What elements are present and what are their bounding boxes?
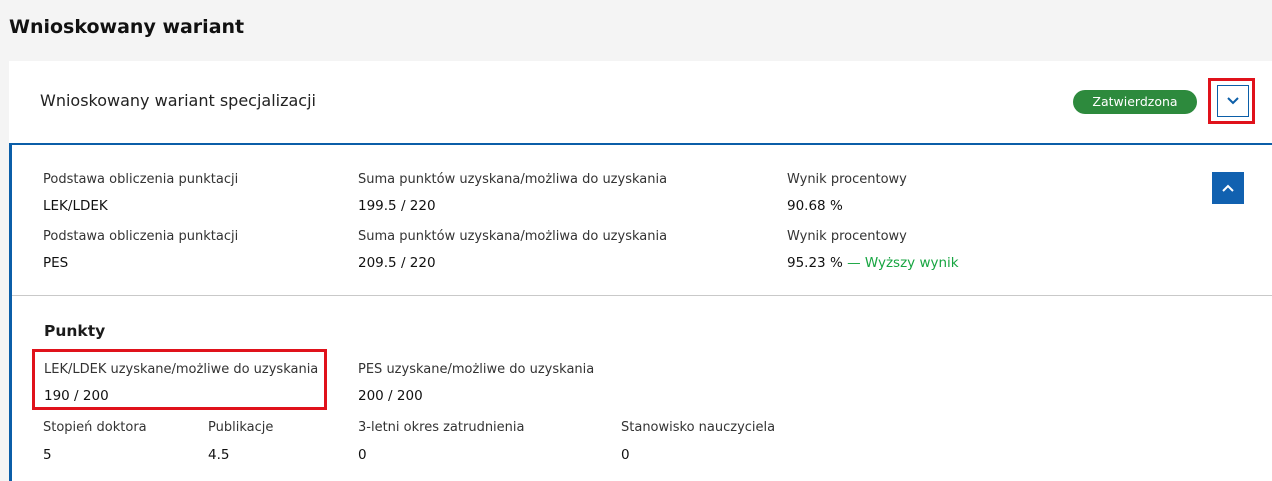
- doctor-degree-value: 5: [43, 447, 52, 463]
- higher-score-note: — Wyższy wynik: [847, 255, 959, 271]
- chevron-up-icon: [1222, 184, 1234, 192]
- percent-value-row: 95.23 % — Wyższy wynik: [787, 255, 959, 271]
- divider: [12, 295, 1272, 296]
- pes-points-value: 200 / 200: [358, 388, 423, 404]
- doctor-degree-label: Stopień doktora: [43, 420, 147, 435]
- sum-value: 199.5 / 220: [358, 198, 436, 214]
- teacher-position-label: Stanowisko nauczyciela: [621, 420, 776, 435]
- section-title: Wnioskowany wariant: [9, 16, 245, 38]
- basis-label: Podstawa obliczenia punktacji: [43, 229, 239, 244]
- highlight-box-toggle: [1208, 78, 1255, 124]
- percent-label: Wynik procentowy: [787, 229, 907, 244]
- basis-label: Podstawa obliczenia punktacji: [43, 172, 239, 187]
- variant-card: Wnioskowany wariant specjalizacji Zatwie…: [9, 61, 1272, 481]
- collapse-button[interactable]: [1212, 172, 1244, 204]
- percent-value: 90.68 %: [787, 198, 843, 214]
- publications-label: Publikacje: [208, 420, 274, 435]
- basis-value: PES: [43, 255, 69, 271]
- sum-label: Suma punktów uzyskana/możliwa do uzyskan…: [358, 172, 668, 187]
- employment-value: 0: [358, 447, 367, 463]
- status-badge: Zatwierdzona: [1073, 90, 1197, 114]
- highlight-box-lek: [32, 349, 327, 410]
- percent-value: 95.23 %: [787, 255, 843, 271]
- card-title: Wnioskowany wariant specjalizacji: [40, 91, 316, 110]
- details-panel: Podstawa obliczenia punktacji LEK/LDEK S…: [9, 143, 1272, 481]
- teacher-position-value: 0: [621, 447, 630, 463]
- basis-value: LEK/LDEK: [43, 198, 108, 214]
- publications-value: 4.5: [208, 447, 230, 463]
- sum-value: 209.5 / 220: [358, 255, 436, 271]
- points-title: Punkty: [44, 322, 106, 340]
- percent-label: Wynik procentowy: [787, 172, 907, 187]
- pes-points-label: PES uzyskane/możliwe do uzyskania: [358, 362, 595, 377]
- card-header[interactable]: Wnioskowany wariant specjalizacji Zatwie…: [9, 61, 1272, 143]
- sum-label: Suma punktów uzyskana/możliwa do uzyskan…: [358, 229, 668, 244]
- employment-label: 3-letni okres zatrudnienia: [358, 420, 525, 435]
